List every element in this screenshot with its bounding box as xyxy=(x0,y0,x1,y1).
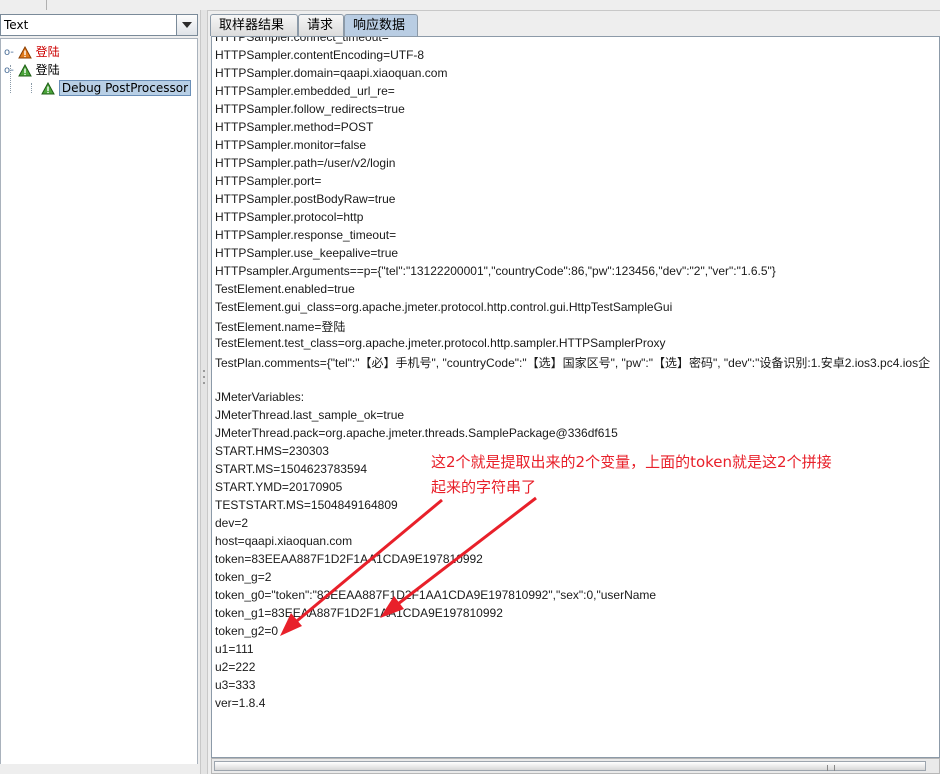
horizontal-scrollbar[interactable] xyxy=(211,758,940,774)
response-line: TestPlan.comments={"tel":"【必】手机号", "coun… xyxy=(215,356,931,370)
response-line: JMeterThread.last_sample_ok=true xyxy=(215,408,405,422)
response-line: HTTPSampler.connect_timeout= xyxy=(215,36,389,44)
response-line: JMeterThread.pack=org.apache.jmeter.thre… xyxy=(215,426,618,440)
response-line: TestElement.gui_class=org.apache.jmeter.… xyxy=(215,300,673,314)
response-line: HTTPSampler.method=POST xyxy=(215,120,374,134)
tree-node-label: 登陆 xyxy=(35,45,60,59)
tree-node-label: 登陆 xyxy=(35,63,60,77)
tree-node-login-error[interactable]: o- 登陆 xyxy=(4,43,60,61)
response-line: TestElement.name=登陆 xyxy=(215,320,346,334)
results-tree: o- 登陆 o- 登陆 Debug PostProcessor xyxy=(0,38,198,774)
response-line: HTTPSampler.postBodyRaw=true xyxy=(215,192,396,206)
left-panel: Text o- 登陆 o- 登陆 Debug PostProcessor xyxy=(0,10,200,774)
splitter-grip-dot xyxy=(203,370,205,372)
tab-sampler-result[interactable]: 取样器结果 xyxy=(210,14,298,36)
response-line: START.HMS=230303 xyxy=(215,444,329,458)
response-line: HTTPSampler.protocol=http xyxy=(215,210,364,224)
tree-collapse-handle-icon[interactable]: o- xyxy=(4,44,14,62)
toolbar-separator xyxy=(46,0,47,10)
renderer-select-value: Text xyxy=(4,18,29,32)
tree-node-label-selected: Debug PostProcessor xyxy=(58,80,192,96)
response-line: dev=2 xyxy=(215,516,249,530)
chevron-down-icon xyxy=(182,22,192,28)
response-line: JMeterVariables: xyxy=(215,390,305,404)
success-triangle-icon xyxy=(17,64,32,77)
annotation-line-1: 这2个就是提取出来的2个变量，上面的token就是这2个拼接 xyxy=(431,453,832,471)
tree-node-debug-postprocessor[interactable]: Debug PostProcessor xyxy=(41,79,192,97)
annotation-line-2: 起来的字符串了 xyxy=(431,478,537,496)
splitter-grip-dot xyxy=(203,376,205,378)
response-line: HTTPSampler.use_keepalive=true xyxy=(215,246,399,260)
scrollbar-grip-icon xyxy=(827,765,835,771)
scrollbar-thumb[interactable] xyxy=(214,761,926,771)
annotation-note: 这2个就是提取出来的2个变量，上面的token就是这2个拼接 起来的字符串了 xyxy=(431,450,931,500)
response-line: token_g2=0 xyxy=(215,624,279,638)
response-line: TestElement.enabled=true xyxy=(215,282,355,296)
tab-response-data[interactable]: 响应数据 xyxy=(344,14,418,36)
renderer-select[interactable]: Text xyxy=(0,14,198,36)
response-line: ver=1.8.4 xyxy=(215,696,266,710)
response-line: TESTSTART.MS=1504849164809 xyxy=(215,498,398,512)
response-line: u3=333 xyxy=(215,678,256,692)
response-line: HTTPSampler.follow_redirects=true xyxy=(215,102,405,116)
splitter-grip-dot xyxy=(203,382,205,384)
response-line: HTTPSampler.domain=qaapi.xiaoquan.com xyxy=(215,66,448,80)
response-line: HTTPSampler.port= xyxy=(215,174,322,188)
panel-splitter[interactable] xyxy=(200,10,208,774)
response-line: HTTPSampler.contentEncoding=UTF-8 xyxy=(215,48,425,62)
tree-connector xyxy=(31,83,32,93)
response-line: token_g1=83EEAA887F1D2F1AA1CDA9E19781099… xyxy=(215,606,503,620)
response-line: token_g0="token":"83EEAA887F1D2F1AA1CDA9… xyxy=(215,588,657,602)
response-line: u1=111 xyxy=(215,642,254,656)
response-line: HTTPSampler.embedded_url_re= xyxy=(215,84,395,98)
tree-node-login-ok[interactable]: o- 登陆 xyxy=(4,61,60,79)
response-line: token=83EEAA887F1D2F1AA1CDA9E197810992 xyxy=(215,552,483,566)
response-line: HTTPsampler.Arguments==p={"tel":"1312220… xyxy=(215,264,776,278)
response-line: TestElement.test_class=org.apache.jmeter… xyxy=(215,336,666,350)
dropdown-button[interactable] xyxy=(176,15,197,35)
response-line: u2=222 xyxy=(215,660,256,674)
response-line: token_g=2 xyxy=(215,570,272,584)
response-line: START.YMD=20170905 xyxy=(215,480,343,494)
response-line: START.MS=1504623783594 xyxy=(215,462,367,476)
response-line: HTTPSampler.monitor=false xyxy=(215,138,367,152)
response-data-pane[interactable]: HTTPSampler.connect_timeout= HTTPSampler.… xyxy=(211,36,940,758)
response-line: HTTPSampler.response_timeout= xyxy=(215,228,397,242)
response-line: HTTPSampler.path=/user/v2/login xyxy=(215,156,396,170)
success-triangle-icon xyxy=(41,82,55,95)
left-panel-bottom xyxy=(0,764,198,774)
tree-expand-handle-icon[interactable]: o- xyxy=(4,62,14,80)
warning-triangle-icon xyxy=(17,46,32,59)
tab-request[interactable]: 请求 xyxy=(298,14,344,36)
response-line: host=qaapi.xiaoquan.com xyxy=(215,534,353,548)
